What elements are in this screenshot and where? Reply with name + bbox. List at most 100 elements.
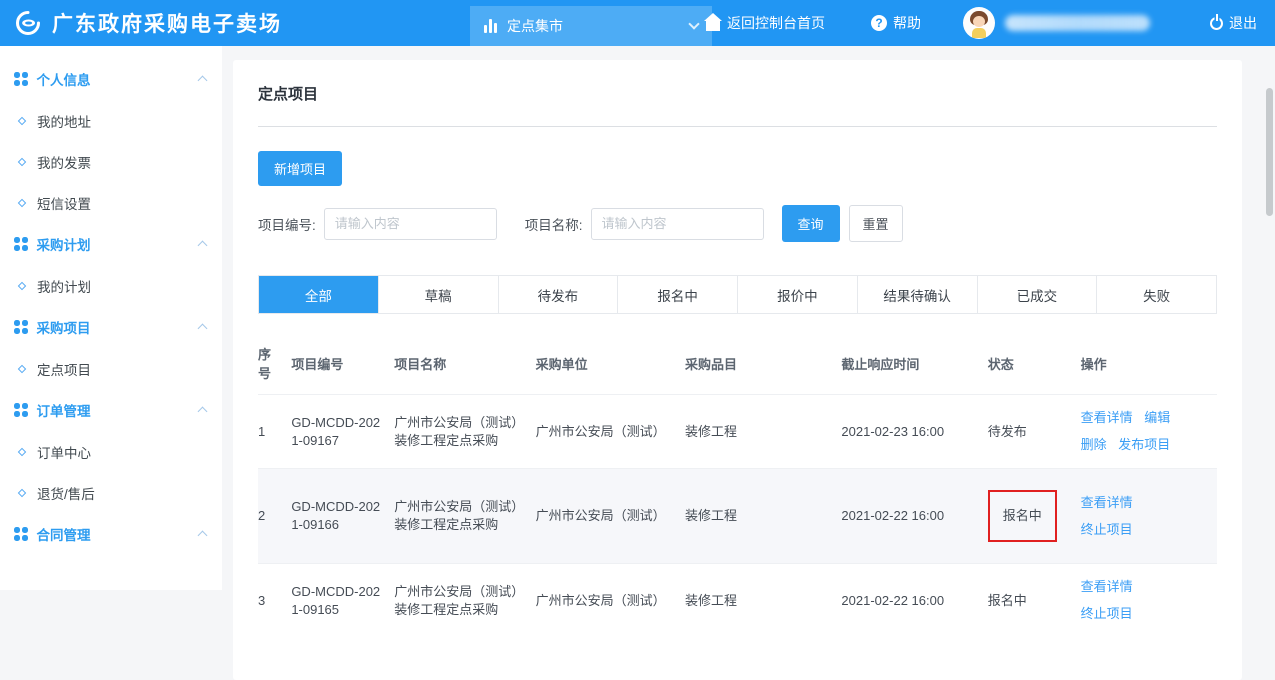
tab-all[interactable]: 全部 xyxy=(259,276,379,313)
user-name-redacted xyxy=(1005,15,1150,31)
cell-project-name: 广州市公安局（测试）装修工程定点采购 xyxy=(394,564,535,638)
filter-bar: 项目编号: 项目名称: 查询 重置 xyxy=(258,205,1217,242)
cell-purchaser: 广州市公安局（测试） xyxy=(536,469,685,564)
tab-registering[interactable]: 报名中 xyxy=(618,276,738,313)
item-label: 订单中心 xyxy=(37,442,91,462)
market-dropdown-label: 定点集市 xyxy=(507,16,563,36)
cell-project-no: GD-MCDD-2021-09165 xyxy=(291,564,394,638)
logout-label: 退出 xyxy=(1229,13,1257,33)
chevron-up-icon xyxy=(198,76,208,86)
tab-result-pending[interactable]: 结果待确认 xyxy=(858,276,978,313)
sidebar-section-purchase-project[interactable]: 采购项目 xyxy=(0,306,222,348)
help-label: 帮助 xyxy=(893,13,921,33)
logout-link[interactable]: 退出 xyxy=(1210,13,1257,33)
table-row: 3 GD-MCDD-2021-09165 广州市公安局（测试）装修工程定点采购 … xyxy=(258,564,1217,638)
cell-actions: 查看详情 终止项目 xyxy=(1081,564,1217,638)
status-text: 报名中 xyxy=(988,593,1027,608)
status-text: 报名中 xyxy=(1003,508,1042,523)
cell-project-name: 广州市公安局（测试）装修工程定点采购 xyxy=(394,395,535,469)
user-avatar[interactable] xyxy=(963,7,995,39)
sidebar-item-returns-aftersales[interactable]: 退货/售后 xyxy=(0,472,222,513)
title-divider xyxy=(258,126,1217,127)
brand-logo-icon xyxy=(14,9,42,37)
delete-link[interactable]: 删除 xyxy=(1081,437,1107,452)
sidebar-item-my-address[interactable]: 我的地址 xyxy=(0,100,222,141)
tab-pending-publish[interactable]: 待发布 xyxy=(499,276,619,313)
cell-index: 3 xyxy=(258,564,291,638)
reset-button[interactable]: 重置 xyxy=(849,205,903,242)
cell-purchaser: 广州市公安局（测试） xyxy=(536,395,685,469)
chevron-up-icon xyxy=(198,241,208,251)
sidebar-section-order-management[interactable]: 订单管理 xyxy=(0,389,222,431)
terminate-project-link[interactable]: 终止项目 xyxy=(1081,522,1133,537)
view-details-link[interactable]: 查看详情 xyxy=(1081,410,1133,425)
cell-actions: 查看详情 终止项目 xyxy=(1081,469,1217,564)
cell-project-name: 广州市公安局（测试）装修工程定点采购 xyxy=(394,469,535,564)
diamond-icon xyxy=(18,157,26,165)
sidebar-section-personal-info[interactable]: 个人信息 xyxy=(0,58,222,100)
edit-link[interactable]: 编辑 xyxy=(1144,410,1170,425)
item-label: 定点项目 xyxy=(37,359,91,379)
home-icon xyxy=(706,20,720,31)
chevron-down-icon xyxy=(688,18,699,29)
top-nav: 返回控制台首页 ? 帮助 退出 xyxy=(706,0,1275,46)
view-details-link[interactable]: 查看详情 xyxy=(1081,495,1133,510)
tab-closed[interactable]: 已成交 xyxy=(978,276,1098,313)
item-label: 短信设置 xyxy=(37,193,91,213)
tab-draft[interactable]: 草稿 xyxy=(379,276,499,313)
projects-table: 序号 项目编号 项目名称 采购单位 采购品目 截止响应时间 状态 操作 1 GD… xyxy=(258,334,1217,637)
chevron-up-icon xyxy=(198,407,208,417)
diamond-icon xyxy=(18,281,26,289)
power-icon xyxy=(1210,17,1223,30)
sidebar-item-order-center[interactable]: 订单中心 xyxy=(0,431,222,472)
section-label: 采购计划 xyxy=(37,234,91,254)
diamond-icon xyxy=(18,198,26,206)
tab-failed[interactable]: 失败 xyxy=(1097,276,1216,313)
cell-status: 待发布 xyxy=(988,395,1081,469)
col-header-purchaser: 采购单位 xyxy=(536,334,685,395)
diamond-icon xyxy=(18,447,26,455)
publish-project-link[interactable]: 发布项目 xyxy=(1118,437,1170,452)
sidebar-section-purchase-plan[interactable]: 采购计划 xyxy=(0,223,222,265)
cell-category: 装修工程 xyxy=(685,469,841,564)
terminate-project-link[interactable]: 终止项目 xyxy=(1081,606,1133,621)
item-label: 我的地址 xyxy=(37,111,91,131)
tab-quoting[interactable]: 报价中 xyxy=(738,276,858,313)
cell-index: 2 xyxy=(258,469,291,564)
grid-icon xyxy=(14,237,28,251)
cell-deadline: 2021-02-22 16:00 xyxy=(841,564,987,638)
project-no-label: 项目编号: xyxy=(258,214,316,234)
item-label: 退货/售后 xyxy=(37,483,95,503)
project-no-input[interactable] xyxy=(324,208,497,240)
col-header-project-no: 项目编号 xyxy=(291,334,394,395)
cell-index: 1 xyxy=(258,395,291,469)
view-details-link[interactable]: 查看详情 xyxy=(1081,579,1133,594)
top-header: 广东政府采购电子卖场 定点集市 返回控制台首页 ? 帮助 退出 xyxy=(0,0,1275,46)
help-link[interactable]: ? 帮助 xyxy=(871,13,921,33)
col-header-actions: 操作 xyxy=(1081,334,1217,395)
sidebar-section-contract-management[interactable]: 合同管理 xyxy=(0,513,222,555)
grid-icon xyxy=(14,320,28,334)
sidebar-item-sms-settings[interactable]: 短信设置 xyxy=(0,182,222,223)
section-label: 合同管理 xyxy=(37,524,91,544)
cell-status: 报名中 xyxy=(988,564,1081,638)
add-project-button[interactable]: 新增项目 xyxy=(258,151,342,186)
status-highlight-red-box: 报名中 xyxy=(988,490,1057,542)
cell-category: 装修工程 xyxy=(685,395,841,469)
vertical-scrollbar-thumb[interactable] xyxy=(1266,88,1273,216)
diamond-icon xyxy=(18,116,26,124)
sidebar-item-fixed-point-project[interactable]: 定点项目 xyxy=(0,348,222,389)
search-button[interactable]: 查询 xyxy=(782,205,840,242)
chevron-up-icon xyxy=(198,531,208,541)
col-header-project-name: 项目名称 xyxy=(394,334,535,395)
sidebar-item-my-plan[interactable]: 我的计划 xyxy=(0,265,222,306)
sidebar-item-my-invoice[interactable]: 我的发票 xyxy=(0,141,222,182)
console-home-link[interactable]: 返回控制台首页 xyxy=(706,13,825,33)
chevron-up-icon xyxy=(198,324,208,334)
project-name-input[interactable] xyxy=(591,208,764,240)
item-label: 我的计划 xyxy=(37,276,91,296)
console-home-label: 返回控制台首页 xyxy=(727,13,825,33)
cell-status: 报名中 xyxy=(988,469,1081,564)
cell-deadline: 2021-02-22 16:00 xyxy=(841,469,987,564)
market-dropdown[interactable]: 定点集市 xyxy=(470,6,712,46)
